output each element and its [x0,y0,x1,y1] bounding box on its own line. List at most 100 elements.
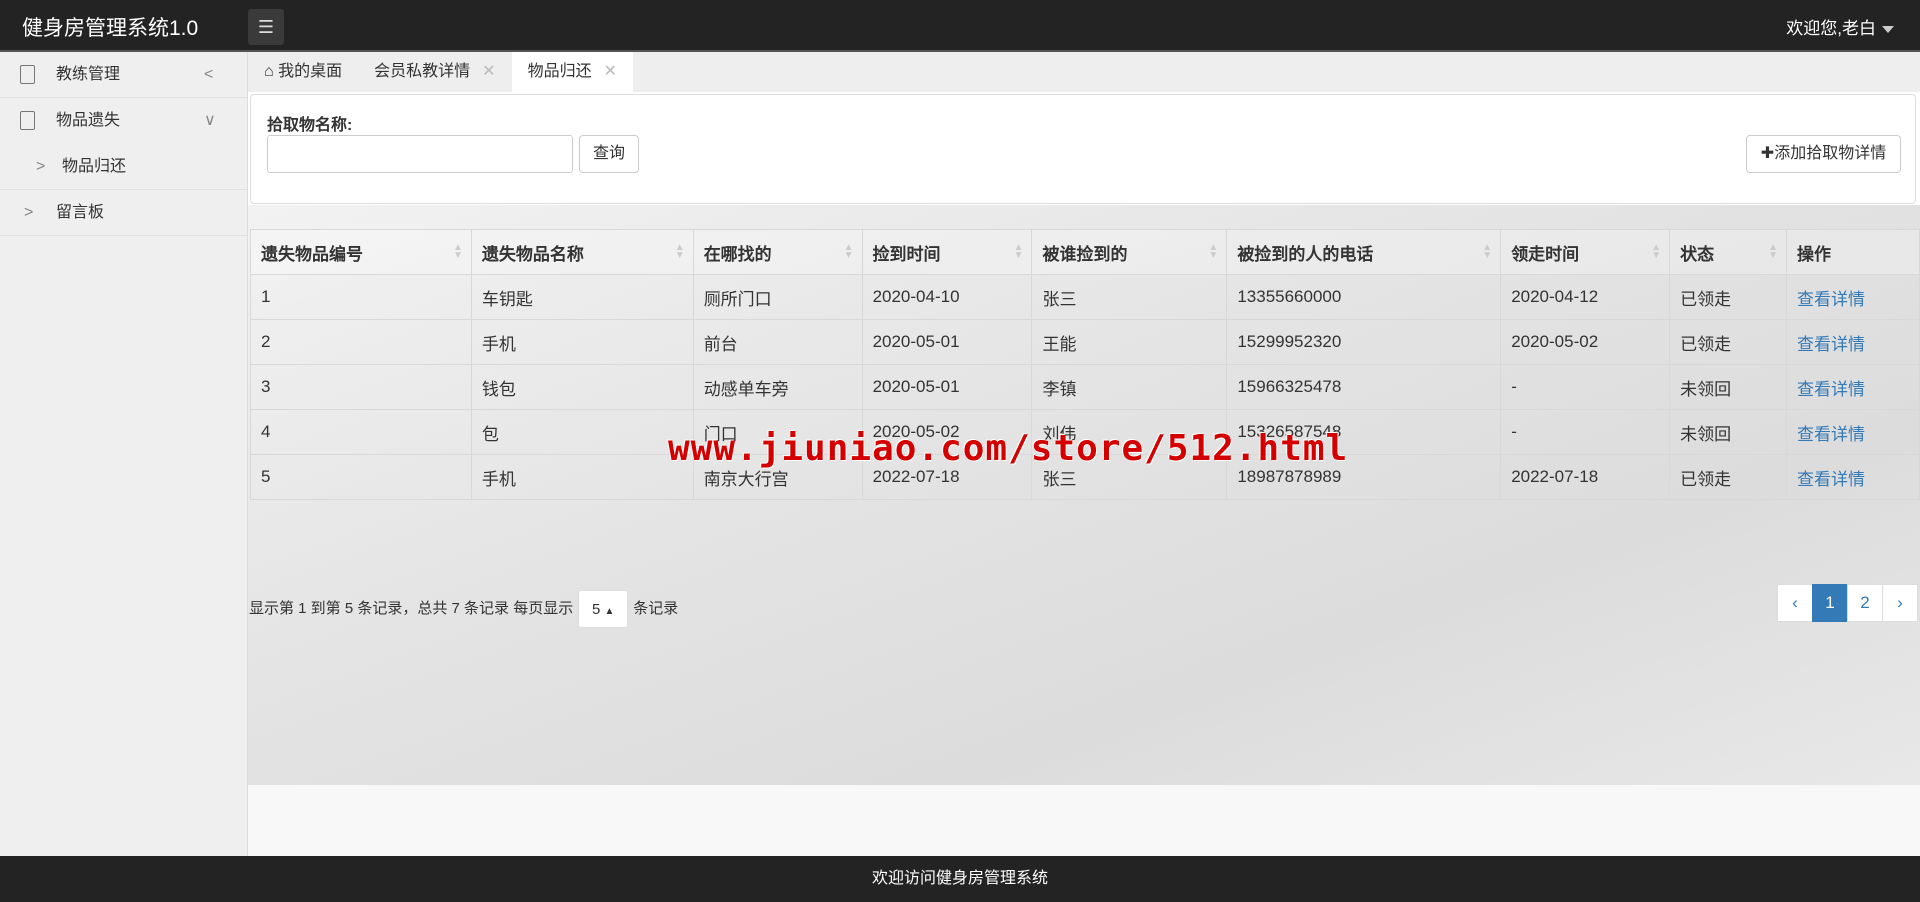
table-cell: 未领回 [1669,364,1788,410]
add-item-button[interactable]: ✚添加拾取物详情 [1746,135,1901,173]
user-menu[interactable]: 欢迎您,老白 [1786,14,1894,39]
chevron-right-icon: > [36,158,46,175]
search-label: 拾取物名称: [267,117,353,134]
column-header[interactable]: 在哪找的 ▲ ▼ [692,229,863,275]
view-details-link[interactable]: 查看详情 [1797,380,1865,399]
view-details-link[interactable]: 查看详情 [1797,335,1865,354]
sidebar-item-return[interactable]: > 物品归还 [0,144,247,190]
column-header-label: 遗失物品名称 [481,244,584,264]
column-header[interactable]: 被谁捡到的 ▲ ▼ [1031,229,1228,275]
column-header-label: 遗失物品编号 [261,244,363,264]
watermark: www.jiuniao.com/store/512.html [668,428,1349,469]
table-cell: - [1500,409,1671,455]
table-cell: 查看详情 [1786,274,1920,320]
table-cell: 已领走 [1669,454,1788,500]
table-row: 3 钱包 动感单车旁 2020-05-01 李镇 15966325478- 未领回 查看详情 [250,364,1920,410]
sort-icon[interactable]: ▲ ▼ [675,243,685,261]
column-header-label: 在哪找的 [703,244,772,264]
sidebar-item-label: 教练管理 [56,66,121,83]
prev-page-button[interactable]: ‹ [1777,584,1813,622]
sort-icon[interactable]: ▲ ▼ [1482,243,1492,261]
table-cell: 13355660000 [1226,274,1502,320]
column-header[interactable]: 遗失物品名称 ▲ ▼ [470,229,694,275]
table-cell: 已领走 [1669,319,1788,365]
sidebar-item-label: 物品归还 [62,158,127,175]
sort-icon[interactable]: ▲ ▼ [1014,243,1024,261]
tab-item-return[interactable]: 物品归还 ✕ [511,52,633,92]
column-header[interactable]: 状态 ▲ ▼ [1669,229,1788,275]
pagination: ‹ 1 2 › [1777,584,1918,622]
sort-icon[interactable]: ▲ ▼ [844,243,854,261]
table-cell: 动感单车旁 [692,364,863,410]
table-cell: 2020-05-01 [861,364,1033,410]
table-cell: 查看详情 [1786,364,1920,410]
table-row: 2 手机 前台 2020-05-01 王能 15299952320 2020-05-02 已领… [250,319,1920,365]
table-cell: 15299952320 [1226,319,1502,365]
table-row: 1 车钥匙 厕所门口 2020-04-10 张三 13355660000 2020-04-1… [250,274,1920,320]
chevron-right-icon: > [24,204,34,221]
next-page-button[interactable]: › [1882,584,1918,622]
table-cell: 包 [470,409,694,455]
search-input[interactable] [267,135,573,173]
table-cell: 前台 [692,319,863,365]
caret-up-icon: ▲ [604,606,615,617]
page-size-value: 5 [591,601,601,618]
table-cell: 4 [250,409,472,455]
table-cell: 查看详情 [1786,409,1920,455]
tab-member-coach[interactable]: 会员私教详情 ✕ [358,52,511,92]
chevron-down-icon: ∨ [204,112,216,129]
table-cell: 厕所门口 [692,274,863,320]
table-cell: 5 [250,454,472,500]
sidebar-item-label: 留言板 [56,204,105,221]
page-1-button[interactable]: 1 [1812,584,1848,622]
tab-bar: ⌂ 我的桌面 会员私教详情 ✕ 物品归还 ✕ [248,52,1920,92]
column-header[interactable]: 捡到时间 ▲ ▼ [861,229,1033,275]
view-details-link[interactable]: 查看详情 [1797,470,1865,489]
search-panel: 拾取物名称: 查询 ✚添加拾取物详情 [250,94,1916,204]
view-details-link[interactable]: 查看详情 [1797,290,1865,309]
table-cell: 2020-04-12 [1500,274,1671,320]
sidebar-item-lost[interactable]: 物品遗失 ∨ [0,98,247,144]
plus-icon: ✚ [1760,145,1775,162]
table-cell: 3 [250,364,472,410]
column-header[interactable]: 领走时间 ▲ ▼ [1500,229,1671,275]
column-header-label: 领走时间 [1511,244,1580,264]
table-cell: 1 [250,274,472,320]
column-header[interactable]: 遗失物品编号 ▲ ▼ [250,229,472,275]
close-icon[interactable]: ✕ [482,63,495,80]
tab-desktop[interactable]: ⌂ 我的桌面 [248,52,358,92]
table-cell: 查看详情 [1786,319,1920,365]
list-icon[interactable]: ☰ [248,9,284,45]
top-bar: 健身房管理系统1.0 ☰ 欢迎您,老白 [0,0,1920,52]
pagination-summary: 显示第 1 到第 5 条记录，总共 7 条记录 每页显示 [249,599,574,617]
table-cell: 2020-05-01 [861,319,1033,365]
sort-icon[interactable]: ▲ ▼ [453,243,463,261]
column-header[interactable]: 被捡到的人的电话 ▲ ▼ [1226,229,1502,275]
sort-icon[interactable]: ▲ ▼ [1651,243,1661,261]
sidebar-item-board[interactable]: > 留言板 [0,190,247,236]
table-cell: 钱包 [470,364,694,410]
page-2-button[interactable]: 2 [1847,584,1883,622]
close-icon[interactable]: ✕ [604,63,617,80]
column-header-label: 状态 [1680,244,1715,264]
tab-label: 会员私教详情 [374,63,471,80]
sort-icon[interactable]: ▲ ▼ [1208,243,1218,261]
table-cell: 2020-05-02 [1500,319,1671,365]
table-cell: 王能 [1031,319,1228,365]
column-header-label: 被谁捡到的 [1042,244,1128,264]
chevron-left-icon: < [204,66,214,83]
table-cell: 车钥匙 [470,274,694,320]
document-icon [20,111,35,130]
table-cell: 15966325478 [1226,364,1502,410]
view-details-link[interactable]: 查看详情 [1797,425,1865,444]
document-icon [20,65,35,84]
sidebar-item-coach[interactable]: 教练管理 < [0,52,247,98]
footer: 欢迎访问健身房管理系统 [0,856,1920,902]
query-button[interactable]: 查询 [579,135,639,173]
page-size-select[interactable]: 5 ▲ [578,590,629,628]
sort-icon[interactable]: ▲ ▼ [1768,243,1778,261]
pagination-info: 显示第 1 到第 5 条记录，总共 7 条记录 每页显示 5 ▲ 条记录 [249,590,678,628]
column-header[interactable]: 操作 [1786,229,1920,275]
column-header-label: 被捡到的人的电话 [1237,244,1374,264]
sidebar-item-label: 物品遗失 [56,112,121,129]
